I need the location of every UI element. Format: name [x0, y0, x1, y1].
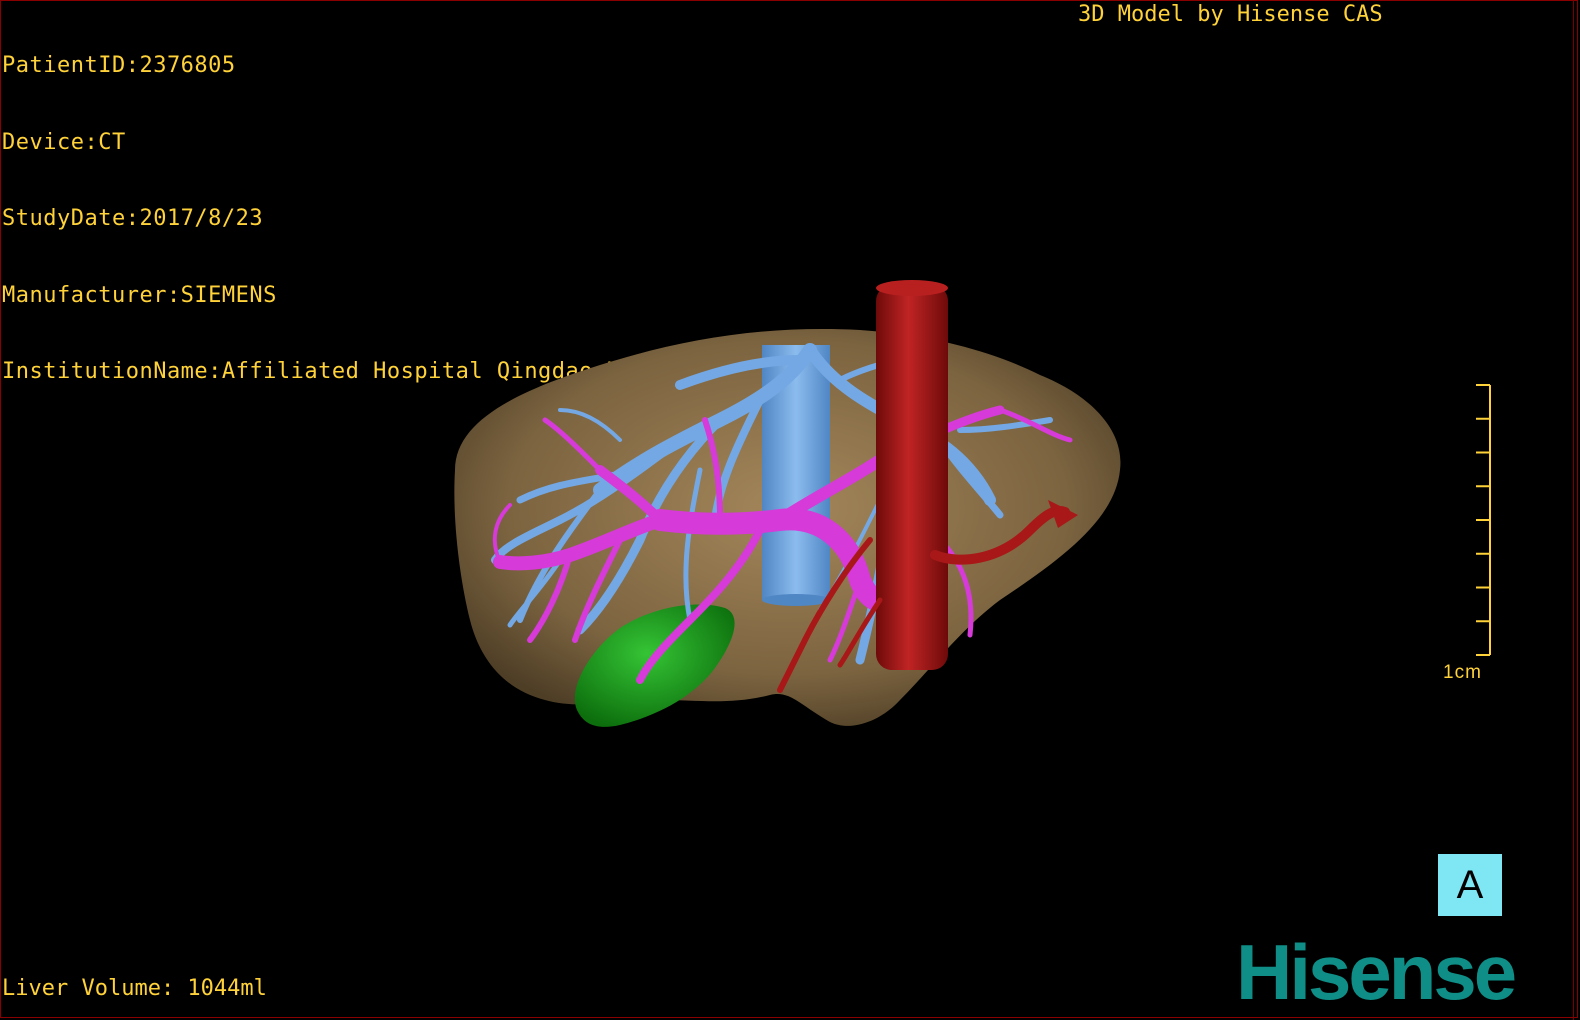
liver-3d-model[interactable]	[0, 0, 1580, 1020]
hisense-logo: Hisense	[1236, 928, 1517, 1016]
liver-volume-label: Liver Volume: 1044ml	[2, 976, 267, 1001]
view-orientation-label: A	[1456, 862, 1484, 907]
scale-bar-label: 1cm	[1443, 662, 1482, 683]
scale-bar	[1476, 384, 1491, 656]
view-orientation-box[interactable]: A	[1438, 854, 1502, 916]
